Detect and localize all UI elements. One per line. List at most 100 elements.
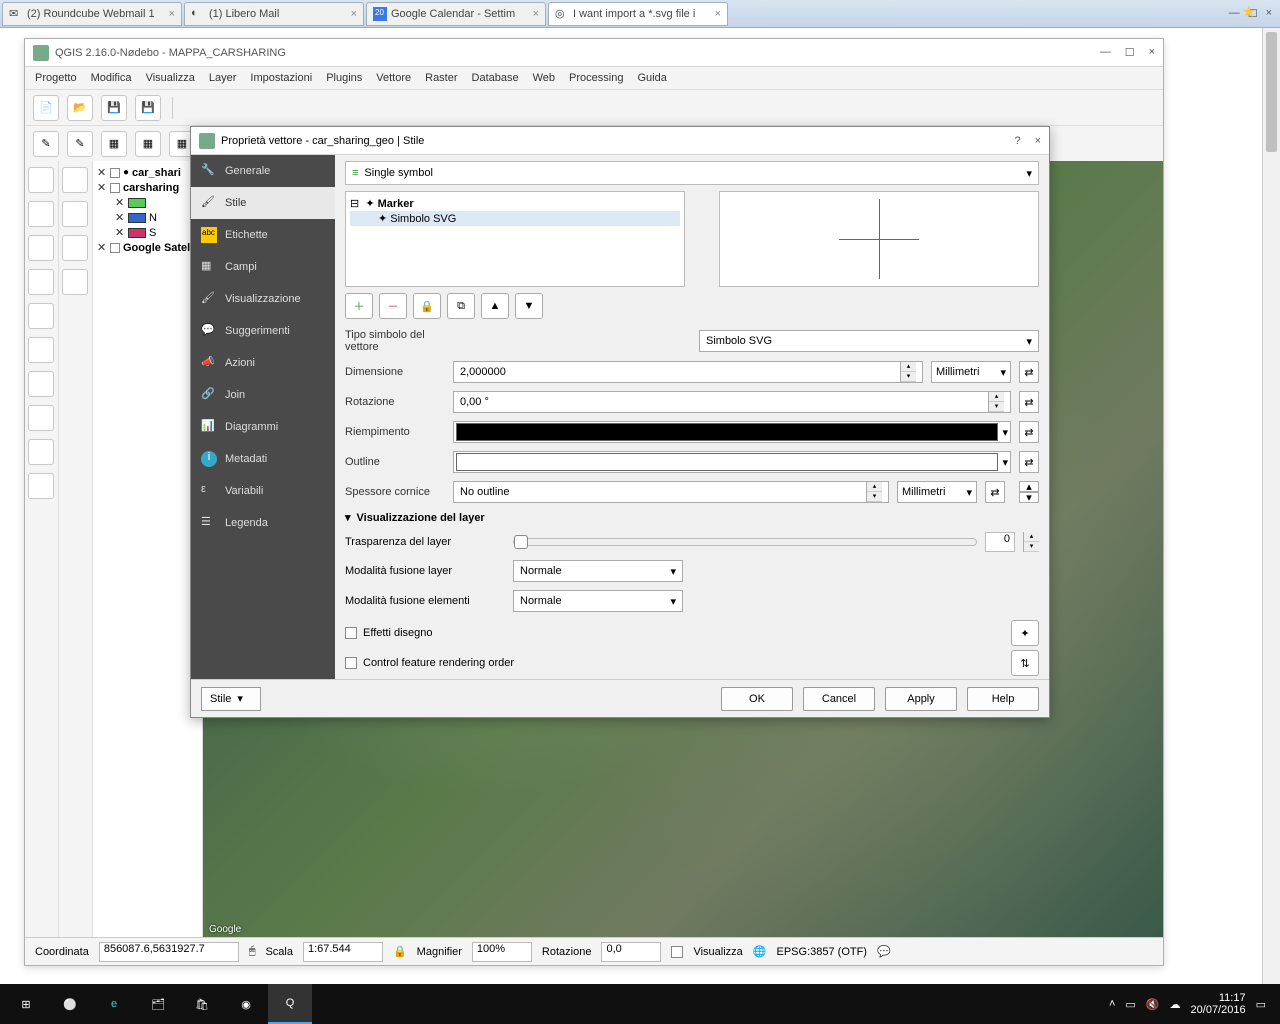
search-icon[interactable]: ⚪ [48, 984, 92, 1024]
tool-icon[interactable] [28, 235, 54, 261]
effects-config-button[interactable]: ✦ [1011, 620, 1039, 646]
outline-color-input[interactable]: ▾ [453, 451, 1011, 473]
sidebar-item-campi[interactable]: ▦Campi [191, 251, 335, 283]
sidebar-item-metadati[interactable]: iMetadati [191, 443, 335, 475]
tree-row[interactable]: ⊟ ✦ Marker [350, 196, 680, 211]
menu-item[interactable]: Visualizza [146, 72, 195, 84]
ok-button[interactable]: OK [721, 687, 793, 711]
tool-icon[interactable] [28, 405, 54, 431]
sidebar-item-variabili[interactable]: εVariabili [191, 475, 335, 507]
style-menu-button[interactable]: Stile▾ [201, 687, 261, 711]
symbol-type-input[interactable]: Simbolo SVG▾ [699, 330, 1039, 352]
visualize-checkbox[interactable] [671, 946, 683, 958]
save-icon[interactable]: 💾 [101, 95, 127, 121]
tool-icon[interactable] [62, 201, 88, 227]
mouse-icon[interactable]: 🖱 [249, 945, 256, 958]
menu-item[interactable]: Plugins [326, 72, 362, 84]
coord-input[interactable]: 856087.6,5631927.7 [99, 942, 239, 962]
explorer-icon[interactable]: 🗂 [136, 984, 180, 1024]
blend-layer-select[interactable]: Normale▾ [513, 560, 683, 582]
lock-icon[interactable]: 🔒 [393, 945, 407, 958]
sidebar-item-etichette[interactable]: abcEtichette [191, 219, 335, 251]
apply-button[interactable]: Apply [885, 687, 957, 711]
tool-icon[interactable] [62, 269, 88, 295]
maximize-icon[interactable]: ☐ [1125, 46, 1135, 59]
network-icon[interactable]: ▭ [1125, 998, 1135, 1011]
new-project-icon[interactable]: 📄 [33, 95, 59, 121]
store-icon[interactable]: 🛍 [180, 984, 224, 1024]
close-icon[interactable]: × [533, 8, 539, 20]
edit-icon[interactable]: ✎ [33, 131, 59, 157]
unit-select[interactable]: Millimetri▾ [931, 361, 1011, 383]
tool-icon[interactable] [62, 167, 88, 193]
dialog-titlebar[interactable]: Proprietà vettore - car_sharing_geo | St… [191, 127, 1049, 155]
tool-icon[interactable] [28, 167, 54, 193]
layer-row[interactable]: ✕N [97, 210, 198, 225]
close-icon[interactable]: × [1149, 46, 1155, 59]
tool-icon[interactable] [28, 439, 54, 465]
close-icon[interactable]: × [351, 8, 357, 20]
sidebar-item-legenda[interactable]: ☰Legenda [191, 507, 335, 539]
rotation-input[interactable]: 0,00 °▴▾ [453, 391, 1011, 413]
fill-color-input[interactable]: ▾ [453, 421, 1011, 443]
help-button[interactable]: Help [967, 687, 1039, 711]
layer-icon[interactable]: ▦ [101, 131, 127, 157]
transparency-slider[interactable] [513, 538, 977, 546]
data-defined-button[interactable]: ⇄ [1019, 391, 1039, 413]
sidebar-item-generale[interactable]: 🔧Generale [191, 155, 335, 187]
menu-item[interactable]: Web [533, 72, 555, 84]
pencil-icon[interactable]: ✎ [67, 131, 93, 157]
move-up-button[interactable]: ▲ [481, 293, 509, 319]
order-config-button[interactable]: ⇅ [1011, 650, 1039, 676]
layer-row[interactable]: ✕S [97, 225, 198, 240]
browser-scrollbar[interactable] [1262, 28, 1280, 984]
bookmark-star-icon[interactable]: ★ [1242, 2, 1256, 22]
data-defined-button[interactable]: ⇄ [1019, 421, 1039, 443]
menu-item[interactable]: Progetto [35, 72, 77, 84]
close-icon[interactable]: × [1266, 7, 1272, 20]
clock[interactable]: 11:17 20/07/2016 [1191, 992, 1246, 1016]
layer-row[interactable]: ✕ [97, 195, 198, 210]
browser-tab[interactable]: ✉(2) Roundcube Webmail 1× [2, 2, 182, 26]
checkbox[interactable] [345, 657, 357, 669]
symbol-type-select[interactable]: ≡ Single symbol ▾ [345, 161, 1039, 185]
magnifier-input[interactable]: 100% [472, 942, 532, 962]
browser-tab[interactable]: 20Google Calendar - Settim× [366, 2, 546, 26]
close-icon[interactable]: × [715, 8, 721, 20]
data-defined-button[interactable]: ⇄ [985, 481, 1005, 503]
browser-tab-active[interactable]: ◎I want import a *.svg file i× [548, 2, 728, 26]
close-icon[interactable]: × [169, 8, 175, 20]
tool-icon[interactable] [28, 269, 54, 295]
layer-icon[interactable]: ▦ [135, 131, 161, 157]
notifications-icon[interactable]: ▭ [1256, 998, 1266, 1011]
tool-icon[interactable] [28, 201, 54, 227]
tool-icon[interactable] [28, 371, 54, 397]
chrome-icon[interactable]: ◉ [224, 984, 268, 1024]
data-defined-button[interactable]: ⇄ [1019, 451, 1039, 473]
menu-item[interactable]: Impostazioni [250, 72, 312, 84]
sidebar-item-stile[interactable]: 🖌Stile [191, 187, 335, 219]
menu-item[interactable]: Vettore [376, 72, 411, 84]
rotation-input[interactable]: 0,0 [601, 942, 661, 962]
checkbox[interactable] [345, 627, 357, 639]
edge-icon[interactable]: e [92, 984, 136, 1024]
minimize-icon[interactable]: — [1229, 7, 1240, 20]
remove-button[interactable]: － [379, 293, 407, 319]
chevron-up-icon[interactable]: ˄ [1109, 998, 1115, 1010]
layer-row[interactable]: ✕carsharing [97, 180, 198, 195]
menu-item[interactable]: Raster [425, 72, 457, 84]
move-down-button[interactable]: ▼ [515, 293, 543, 319]
tool-icon[interactable] [28, 473, 54, 499]
minimize-icon[interactable]: — [1100, 46, 1111, 59]
onedrive-icon[interactable]: ☁ [1170, 998, 1181, 1011]
tool-icon[interactable] [28, 337, 54, 363]
start-button[interactable]: ⊞ [4, 984, 48, 1024]
add-button[interactable]: ＋ [345, 293, 373, 319]
menu-item[interactable]: Guida [637, 72, 666, 84]
save-as-icon[interactable]: 💾 [135, 95, 161, 121]
effects-checkbox-row[interactable]: Effetti disegno ✦ [345, 620, 1039, 646]
section-header[interactable]: ▾Visualizzazione del layer [345, 511, 1039, 524]
qgis-titlebar[interactable]: QGIS 2.16.0-Nødebo - MAPPA_CARSHARING — … [25, 39, 1163, 67]
open-project-icon[interactable]: 📂 [67, 95, 93, 121]
scale-input[interactable]: 1:67.544 [303, 942, 383, 962]
